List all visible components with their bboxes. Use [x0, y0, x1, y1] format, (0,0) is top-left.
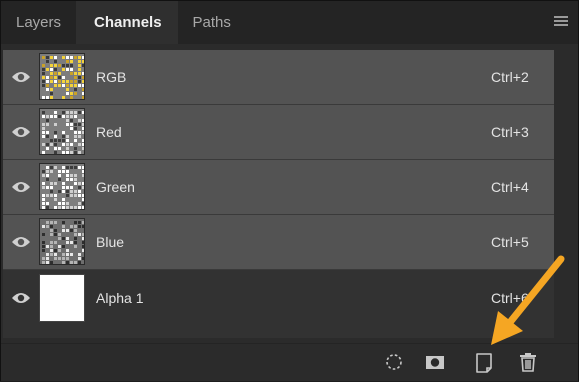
- channel-name: RGB: [96, 69, 127, 85]
- channel-row-blue[interactable]: Blue Ctrl+5: [3, 215, 554, 270]
- channel-shortcut: Ctrl+3: [491, 124, 529, 140]
- channel-row-green[interactable]: Green Ctrl+4: [3, 160, 554, 215]
- channel-shortcut: Ctrl+6: [491, 290, 529, 306]
- channel-name: Red: [96, 124, 122, 140]
- scrollbar-track[interactable]: [556, 50, 576, 338]
- channel-list: RGB Ctrl+2 Red Ctrl+3 Green Ctrl+4 Blue …: [3, 50, 554, 338]
- channel-shortcut: Ctrl+4: [491, 179, 529, 195]
- channel-thumbnail-alpha-1: [39, 274, 85, 322]
- tab-paths[interactable]: Paths: [178, 1, 246, 44]
- save-selection-icon[interactable]: [424, 351, 446, 373]
- tab-channels[interactable]: Channels: [76, 1, 178, 44]
- tab-layers[interactable]: Layers: [1, 1, 76, 44]
- panel-tab-bar: Layers Channels Paths: [1, 1, 578, 44]
- channel-row-red[interactable]: Red Ctrl+3: [3, 105, 554, 160]
- channel-thumbnail-rgb: [39, 53, 85, 100]
- channels-bottom-toolbar: [1, 343, 578, 381]
- visibility-eye-icon[interactable]: [11, 291, 31, 305]
- channel-thumbnail-green: [39, 163, 85, 210]
- channel-name: Green: [96, 179, 135, 195]
- channel-name: Alpha 1: [96, 290, 144, 306]
- visibility-eye-icon[interactable]: [11, 235, 31, 249]
- channel-row-alpha-1[interactable]: Alpha 1 Ctrl+6: [3, 270, 554, 326]
- channel-name: Blue: [96, 234, 125, 250]
- visibility-eye-icon[interactable]: [11, 125, 31, 139]
- channel-shortcut: Ctrl+5: [491, 234, 529, 250]
- panel-menu-icon[interactable]: [554, 16, 568, 28]
- channel-thumbnail-red: [39, 108, 85, 155]
- new-channel-icon[interactable]: [473, 351, 495, 373]
- channel-shortcut: Ctrl+2: [491, 69, 529, 85]
- channels-panel: Layers Channels Paths RGB Ctrl+2 Red Ctr…: [0, 0, 579, 381]
- load-selection-icon[interactable]: [383, 351, 405, 373]
- delete-channel-icon[interactable]: [517, 351, 539, 373]
- channel-thumbnail-blue: [39, 218, 85, 265]
- visibility-eye-icon[interactable]: [11, 70, 31, 84]
- visibility-eye-icon[interactable]: [11, 180, 31, 194]
- channel-row-rgb[interactable]: RGB Ctrl+2: [3, 50, 554, 105]
